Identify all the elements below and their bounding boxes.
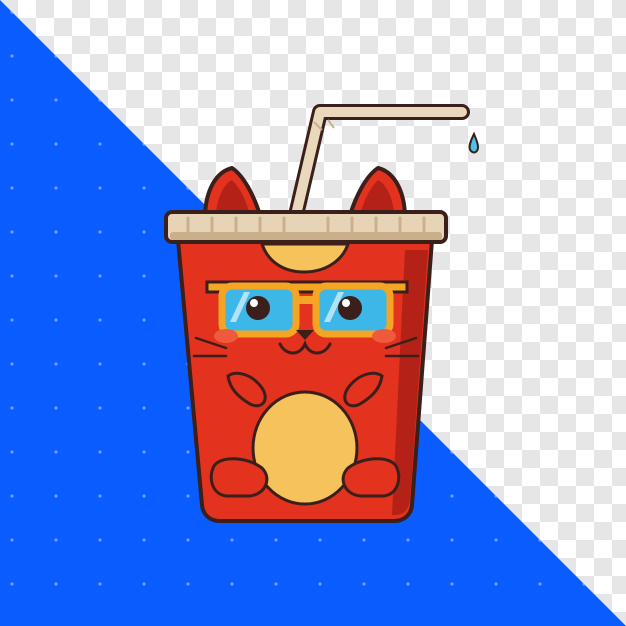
right-cheek (372, 329, 396, 343)
right-foot (341, 457, 401, 498)
left-foot (209, 457, 269, 498)
illustration (0, 0, 626, 626)
belly (251, 390, 359, 506)
cup-lid (164, 210, 448, 244)
left-eye (246, 296, 270, 320)
right-eye (338, 296, 362, 320)
left-cheek (214, 329, 238, 343)
